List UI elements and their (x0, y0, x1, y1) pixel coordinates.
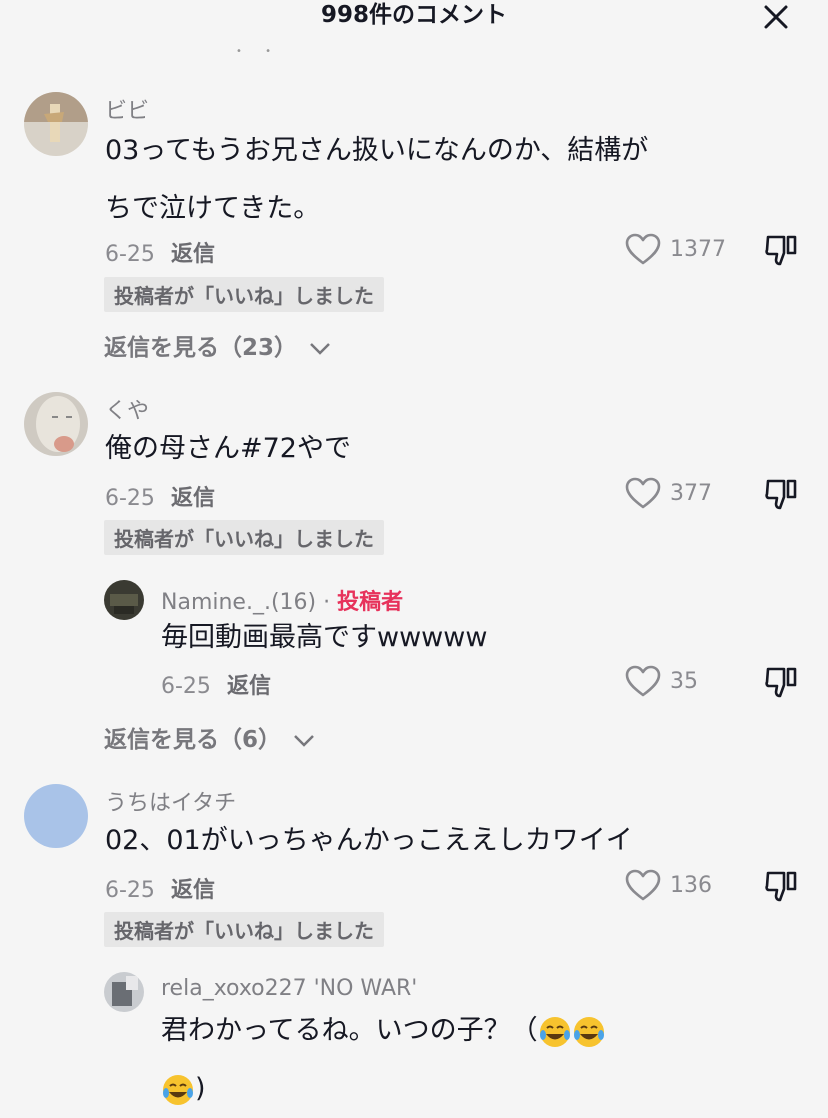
comment-date: 6-25 (105, 486, 155, 511)
reply-button[interactable]: 返信 (171, 878, 215, 903)
thumbs-down-icon (765, 235, 797, 266)
close-icon (764, 5, 788, 29)
like-count: 1377 (670, 237, 726, 262)
comment-text-line: 03ってもうお兄さん扱いになんのか、結構が (105, 135, 649, 166)
reply-meta: 6-25 返信 (161, 668, 271, 700)
comment-meta: 6-25 返信 (105, 872, 215, 904)
like-count: 35 (670, 669, 698, 694)
reply-text-line: ) (161, 1060, 606, 1118)
like-button[interactable] (624, 232, 662, 266)
like-button[interactable] (624, 868, 662, 902)
like-count: 377 (670, 481, 712, 506)
reply-username[interactable]: rela_xoxo227 'NO WAR' (161, 976, 417, 1001)
reply-button[interactable]: 返信 (227, 674, 271, 699)
creator-liked-badge: 投稿者が「いいね」しました (104, 912, 384, 947)
reply-text-line: 君わかってるね。いつの子？（ (161, 1002, 606, 1060)
comment-text: 俺の母さん#72やで (105, 433, 351, 464)
comment-count-title: 998件のコメント (320, 2, 507, 28)
avatar[interactable] (24, 784, 88, 848)
like-button[interactable] (624, 476, 662, 510)
comment-date: 6-25 (105, 878, 155, 903)
heart-icon (625, 665, 661, 697)
close-button[interactable] (760, 2, 792, 32)
thumbs-down-icon (765, 871, 797, 902)
reply-text-part: ) (195, 1073, 206, 1104)
dislike-button[interactable] (764, 233, 798, 267)
reply-avatar[interactable] (104, 580, 144, 620)
creator-liked-badge: 投稿者が「いいね」しました (104, 277, 384, 312)
comment-text: 03ってもうお兄さん扱いになんのか、結構が ちで泣けてきた。 (105, 122, 648, 238)
thumbs-down-icon (765, 667, 797, 698)
reply-button[interactable]: 返信 (171, 486, 215, 511)
tears-of-joy-emoji-icon (163, 1074, 193, 1105)
view-replies-label: 返信を見る（23） (104, 335, 298, 361)
like-button[interactable] (624, 664, 662, 698)
heart-icon (625, 233, 661, 265)
loading-dots: • • (236, 46, 281, 57)
comment-text: 02、01がいっちゃんかっこええしカワイイ (105, 825, 633, 856)
reply-date: 6-25 (161, 674, 211, 699)
heart-icon (625, 477, 661, 509)
like-count: 136 (670, 873, 712, 898)
dislike-button[interactable] (764, 477, 798, 511)
reply-text: 毎回動画最高ですwwwww (161, 622, 488, 653)
comment-meta: 6-25 返信 (105, 480, 215, 512)
heart-icon (625, 869, 661, 901)
reply-text: 君わかってるね。いつの子？（ ) (161, 1002, 606, 1118)
view-replies-button[interactable]: 返信を見る（6） (104, 720, 315, 754)
comment-username[interactable]: ビビ (105, 93, 149, 125)
view-replies-button[interactable]: 返信を見る（23） (104, 328, 331, 362)
chevron-down-icon (294, 734, 314, 747)
comment-meta: 6-25 返信 (105, 236, 215, 268)
reply-avatar[interactable] (104, 972, 144, 1012)
comment-date: 6-25 (105, 242, 155, 267)
thumbs-down-icon (765, 479, 797, 510)
chevron-down-icon (310, 342, 330, 355)
dislike-button[interactable] (764, 869, 798, 903)
view-replies-label: 返信を見る（6） (104, 727, 282, 753)
comment-text-line: ちで泣けてきた。 (105, 193, 321, 224)
avatar[interactable] (24, 92, 88, 156)
tears-of-joy-emoji-icon (539, 1016, 570, 1047)
reply-button[interactable]: 返信 (171, 242, 215, 267)
tears-of-joy-emoji-icon (573, 1016, 604, 1047)
reply-text-part: 君わかってるね。いつの子？（ (161, 1015, 538, 1046)
avatar[interactable] (24, 392, 88, 456)
creator-liked-badge: 投稿者が「いいね」しました (104, 520, 384, 555)
dislike-button[interactable] (764, 665, 798, 699)
comments-header: 998件のコメント (0, 0, 828, 36)
